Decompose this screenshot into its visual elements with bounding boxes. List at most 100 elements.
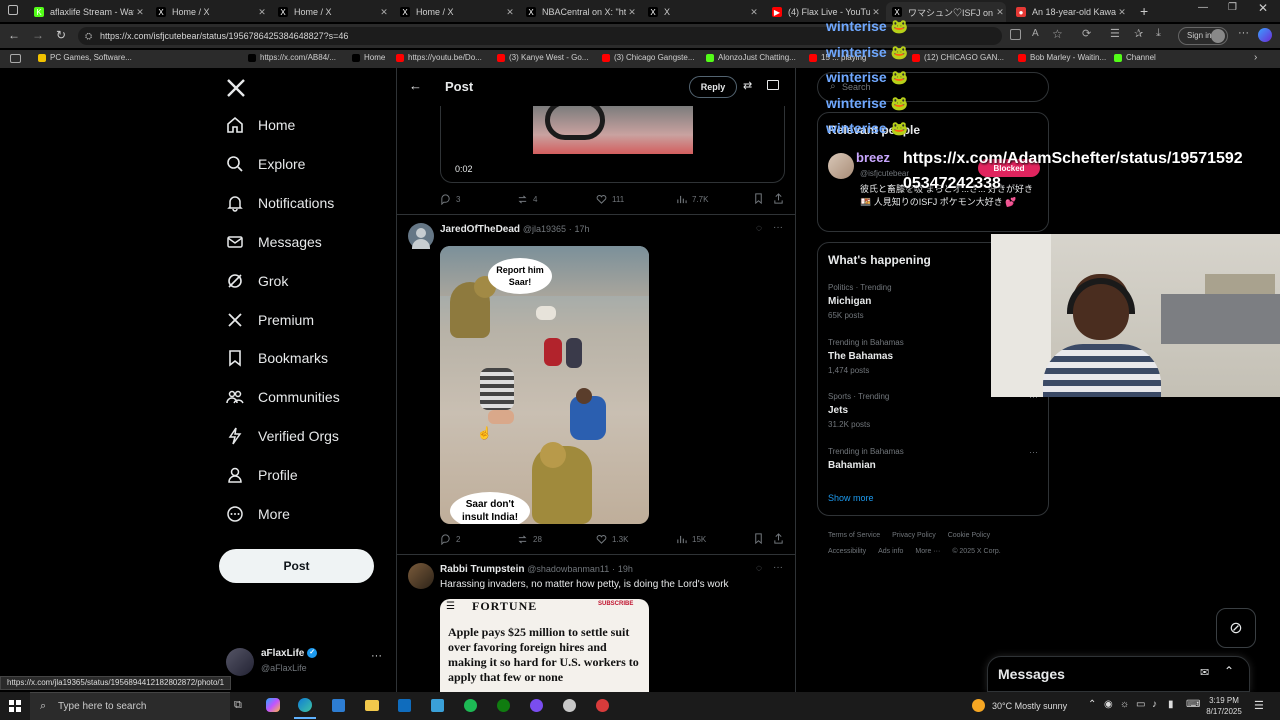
- read-aloud-icon[interactable]: A: [1032, 28, 1039, 39]
- messages-drawer[interactable]: Messages ✉ ⌃: [987, 656, 1250, 692]
- footer-link[interactable]: Ads info: [878, 548, 903, 555]
- downloads-icon[interactable]: ⤓: [1156, 27, 1161, 40]
- trend-item[interactable]: Sports · Trending Jets 31.2K posts ···: [828, 392, 1038, 429]
- extensions-icon[interactable]: ⟳: [1082, 27, 1091, 40]
- trend-item[interactable]: Trending in Bahamas Bahamian ···: [828, 447, 1038, 475]
- sidebar-item-communities[interactable]: Communities: [226, 388, 340, 406]
- notifications-icon[interactable]: ☰: [1254, 699, 1264, 712]
- tab-actions-icon[interactable]: [8, 5, 18, 15]
- post-time[interactable]: 19h: [618, 564, 633, 574]
- task-view-icon[interactable]: ⧉: [234, 699, 242, 712]
- footer-link[interactable]: Privacy Policy: [892, 532, 936, 539]
- sidebar-item-bookmarks[interactable]: Bookmarks: [226, 349, 328, 368]
- bookmark-folder-icon[interactable]: [10, 54, 21, 63]
- sidebar-item-home[interactable]: Home: [226, 116, 295, 134]
- bookmark-item[interactable]: AlonzoJust Chatting...: [706, 53, 796, 62]
- footer-link[interactable]: Cookie Policy: [948, 532, 990, 539]
- close-tab-icon[interactable]: ✕: [870, 7, 882, 18]
- replies-action[interactable]: 2: [440, 534, 460, 545]
- reposts-action[interactable]: 28: [517, 534, 542, 545]
- browser-tab[interactable]: X NBACentral on X: "http ✕: [520, 2, 638, 22]
- volume-icon[interactable]: ♪: [1152, 699, 1157, 710]
- sidebar-item-more[interactable]: More: [226, 505, 290, 523]
- chrome-icon[interactable]: [596, 699, 609, 712]
- replies-action[interactable]: 3: [440, 194, 460, 205]
- post-image[interactable]: Report him Saar! Saar don't insult India…: [440, 246, 649, 524]
- spotify-icon[interactable]: [464, 699, 477, 712]
- footer-link[interactable]: More ···: [915, 548, 940, 555]
- post-more-icon[interactable]: ···: [773, 562, 783, 573]
- video-player[interactable]: 0:02: [440, 106, 785, 183]
- bookmark-item[interactable]: (3) Chicago Gangste...: [602, 53, 694, 62]
- network-icon[interactable]: ▭: [1136, 699, 1145, 710]
- show-more-link[interactable]: Show more: [828, 493, 874, 503]
- discord-icon[interactable]: [530, 699, 543, 712]
- favorites-icon[interactable]: ✰: [1134, 27, 1143, 40]
- grok-floating-button[interactable]: ⊘: [1216, 608, 1256, 648]
- bookmark-icon[interactable]: [753, 193, 769, 204]
- close-window-icon[interactable]: ✕: [1258, 1, 1268, 15]
- post-more-icon[interactable]: ···: [773, 222, 783, 233]
- xbox-icon[interactable]: [497, 699, 510, 712]
- post-author-handle[interactable]: @jla19365: [523, 224, 566, 234]
- new-message-icon[interactable]: ✉: [1200, 666, 1209, 679]
- taskbar-search-input[interactable]: ⌕ Type here to search: [30, 692, 230, 720]
- post-button[interactable]: Post: [219, 549, 374, 583]
- back-arrow-icon[interactable]: ←: [409, 78, 422, 93]
- views-action[interactable]: 7.7K: [676, 194, 708, 205]
- windows-start-icon[interactable]: [9, 700, 21, 712]
- views-action[interactable]: 15K: [676, 534, 706, 545]
- store-icon[interactable]: [332, 699, 345, 712]
- split-screen-icon[interactable]: ☰: [1110, 27, 1120, 40]
- sidebar-item-explore[interactable]: Explore: [226, 155, 305, 173]
- browser-tab[interactable]: X Home / X ✕: [394, 2, 516, 22]
- sidebar-item-premium[interactable]: Premium: [226, 311, 314, 329]
- copilot-icon[interactable]: [1258, 28, 1272, 42]
- post-author-name[interactable]: Rabbi Trumpstein: [440, 564, 524, 575]
- close-tab-icon[interactable]: ✕: [626, 7, 638, 18]
- bookmark-item[interactable]: PC Games, Software...: [38, 53, 132, 62]
- account-more-icon[interactable]: ···: [371, 650, 382, 662]
- sign-in-button[interactable]: Sign in: [1178, 27, 1228, 45]
- bookmark-item[interactable]: (3) Kanye West - Go...: [497, 53, 588, 62]
- close-tab-icon[interactable]: ✕: [504, 7, 516, 18]
- browser-tab[interactable]: X Home / X ✕: [150, 2, 268, 22]
- obs-icon[interactable]: [563, 699, 576, 712]
- expand-drawer-icon[interactable]: ⌃: [1224, 664, 1234, 678]
- sidebar-item-notifications[interactable]: Notifications: [226, 194, 334, 212]
- avatar[interactable]: [828, 153, 854, 179]
- reader-view-icon[interactable]: [767, 80, 779, 90]
- weather-icon[interactable]: [972, 699, 985, 712]
- close-tab-icon[interactable]: ✕: [994, 7, 1006, 18]
- browser-menu-icon[interactable]: ···: [1238, 27, 1249, 39]
- grok-icon[interactable]: ◌: [756, 223, 762, 234]
- back-icon[interactable]: ←: [8, 28, 20, 42]
- post-author-handle[interactable]: @shadowbanman11: [527, 564, 609, 574]
- avatar[interactable]: [408, 563, 434, 589]
- sidebar-item-messages[interactable]: Messages: [226, 233, 322, 251]
- bookmark-item[interactable]: Channel: [1114, 53, 1156, 62]
- post-author-name[interactable]: JaredOfTheDead: [440, 224, 520, 235]
- grok-icon[interactable]: ◌: [756, 563, 762, 574]
- forward-icon[interactable]: →: [32, 28, 44, 42]
- outlook-icon[interactable]: [398, 699, 411, 712]
- reply-button[interactable]: Reply: [689, 76, 737, 98]
- edge-icon[interactable]: [298, 698, 312, 712]
- sidebar-item-verified-orgs[interactable]: Verified Orgs: [226, 427, 339, 445]
- new-tab-icon[interactable]: +: [1140, 3, 1148, 19]
- battery-icon[interactable]: ▮: [1168, 699, 1174, 710]
- likes-action[interactable]: 1.3K: [596, 534, 628, 545]
- x-logo-icon[interactable]: [226, 78, 248, 100]
- bookmark-icon[interactable]: [753, 533, 769, 544]
- browser-tab[interactable]: X Home / X ✕: [272, 2, 390, 22]
- bookmark-item[interactable]: https://x.com/AB84/...: [248, 53, 336, 62]
- refresh-icon[interactable]: ↻: [56, 28, 66, 42]
- bookmark-item[interactable]: Home: [352, 53, 385, 62]
- relevant-handle[interactable]: @isfjcutebear: [860, 169, 909, 178]
- footer-link[interactable]: Accessibility: [828, 548, 866, 555]
- file-explorer-icon[interactable]: [365, 700, 379, 711]
- likes-action[interactable]: 111: [596, 194, 624, 205]
- weather-text[interactable]: 30°C Mostly sunny: [992, 701, 1067, 711]
- filter-icon[interactable]: ⇄: [743, 79, 752, 92]
- restore-icon[interactable]: ❐: [1228, 2, 1237, 13]
